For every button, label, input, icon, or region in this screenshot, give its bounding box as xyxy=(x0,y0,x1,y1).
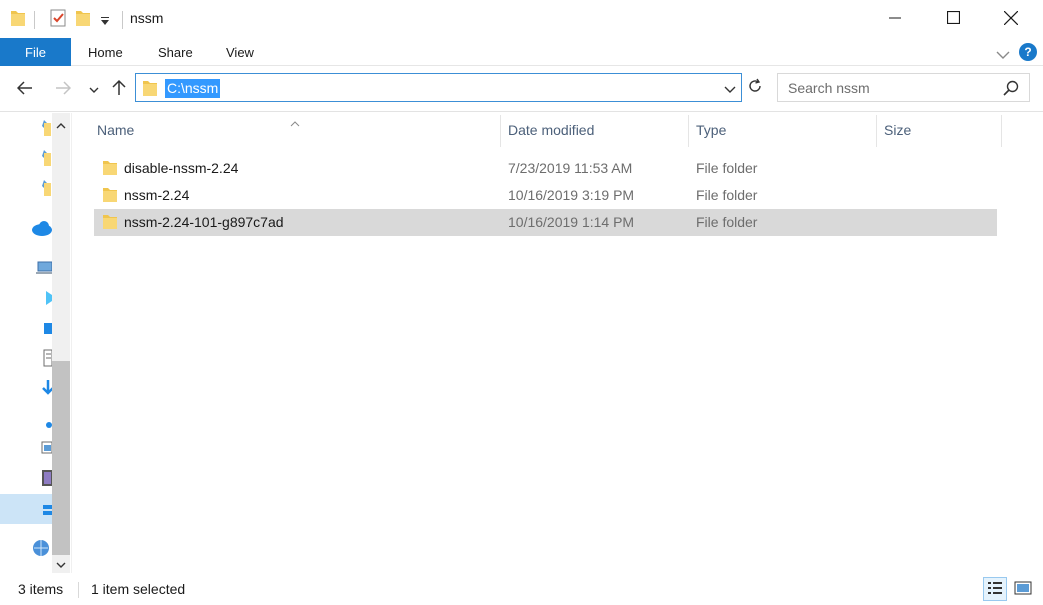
file-type: File folder xyxy=(696,160,758,176)
large-icons-view-icon xyxy=(1014,580,1032,599)
desktop-icon[interactable] xyxy=(30,319,52,337)
help-button[interactable]: ? xyxy=(1019,43,1037,61)
search-input[interactable]: Search nssm xyxy=(777,73,1030,102)
up-button[interactable] xyxy=(108,78,130,100)
maximize-button[interactable] xyxy=(924,0,982,38)
minimize-button[interactable] xyxy=(866,0,924,38)
onedrive-icon[interactable] xyxy=(30,219,52,237)
navigation-pane xyxy=(0,113,72,573)
local-disk-icon[interactable] xyxy=(30,501,52,519)
title-bar: nssm xyxy=(0,0,1043,38)
pinned-item-icon[interactable] xyxy=(30,179,52,197)
address-bar-row: C:\nssm Search nssm xyxy=(0,66,1043,112)
minimize-icon xyxy=(889,11,901,27)
chevron-down-icon xyxy=(89,81,99,97)
large-icons-view-button[interactable] xyxy=(1011,577,1035,601)
column-header-size[interactable]: Size xyxy=(884,113,994,147)
chevron-up-icon xyxy=(56,116,66,132)
documents-icon[interactable] xyxy=(30,349,52,367)
details-view-button[interactable] xyxy=(983,577,1007,601)
address-dropdown-chevron-icon[interactable] xyxy=(724,81,736,97)
column-header-name[interactable]: Name xyxy=(97,113,497,147)
file-date-modified: 10/16/2019 1:14 PM xyxy=(508,214,635,230)
folder-icon xyxy=(102,160,118,179)
item-count: 3 items xyxy=(18,581,64,597)
divider xyxy=(34,11,35,29)
column-divider[interactable] xyxy=(500,115,501,147)
selection-count: 1 item selected xyxy=(91,581,186,597)
column-divider[interactable] xyxy=(876,115,877,147)
tab-view[interactable]: View xyxy=(226,38,254,66)
close-button[interactable] xyxy=(982,0,1040,38)
details-view-icon xyxy=(987,580,1003,599)
downloads-icon[interactable] xyxy=(30,379,52,397)
column-header-date-modified[interactable]: Date modified xyxy=(508,113,688,147)
forward-arrow-icon xyxy=(55,80,72,98)
status-bar: 3 items 1 item selected xyxy=(0,573,1043,605)
status-divider xyxy=(78,582,79,598)
maximize-icon xyxy=(946,10,960,27)
pinned-item-icon[interactable] xyxy=(30,149,52,167)
pinned-item-icon[interactable] xyxy=(30,119,52,137)
column-divider[interactable] xyxy=(1001,115,1002,147)
folder-icon xyxy=(102,187,118,206)
properties-icon[interactable] xyxy=(50,9,66,30)
nav-scrollbar-thumb[interactable] xyxy=(52,361,70,555)
folder-icon xyxy=(142,79,158,100)
up-arrow-icon xyxy=(112,79,126,99)
3d-objects-icon[interactable] xyxy=(30,289,52,307)
chevron-down-icon xyxy=(56,556,66,572)
tab-home[interactable]: Home xyxy=(88,38,123,66)
refresh-button[interactable] xyxy=(743,73,767,102)
recent-locations-button[interactable] xyxy=(83,78,105,100)
file-type: File folder xyxy=(696,214,758,230)
scroll-down-button[interactable] xyxy=(52,555,70,573)
column-header-type[interactable]: Type xyxy=(696,113,876,147)
file-name: disable-nssm-2.24 xyxy=(124,160,239,176)
expand-ribbon-chevron-icon[interactable] xyxy=(996,47,1010,63)
new-folder-icon[interactable] xyxy=(75,9,91,30)
ribbon-tabs: File Home Share View ? xyxy=(0,38,1043,66)
file-type: File folder xyxy=(696,187,758,203)
refresh-icon xyxy=(747,78,763,97)
file-date-modified: 10/16/2019 3:19 PM xyxy=(508,187,635,203)
title-divider xyxy=(122,11,123,29)
pictures-icon[interactable] xyxy=(30,439,52,457)
tab-share[interactable]: Share xyxy=(158,38,193,66)
file-name: nssm-2.24-101-g897c7ad xyxy=(124,214,284,230)
music-icon[interactable] xyxy=(30,413,52,431)
videos-icon[interactable] xyxy=(30,469,52,487)
column-divider[interactable] xyxy=(688,115,689,147)
back-arrow-icon xyxy=(16,80,33,98)
forward-button[interactable] xyxy=(52,78,74,100)
file-date-modified: 7/23/2019 11:53 AM xyxy=(508,160,633,176)
file-name: nssm-2.24 xyxy=(124,187,190,203)
search-placeholder: Search nssm xyxy=(788,80,870,96)
network-icon[interactable] xyxy=(30,539,52,557)
tab-file[interactable]: File xyxy=(0,38,71,66)
folder-icon xyxy=(10,9,26,30)
address-path[interactable]: C:\nssm xyxy=(165,79,221,98)
address-field[interactable]: C:\nssm xyxy=(135,73,742,102)
customize-toolbar-chevron-icon[interactable] xyxy=(100,13,110,29)
window-title: nssm xyxy=(130,10,164,26)
back-button[interactable] xyxy=(14,78,36,100)
file-list-pane: Name Date modified Type Size disable-nss… xyxy=(72,113,1043,573)
this-pc-icon[interactable] xyxy=(30,259,52,277)
close-icon xyxy=(1003,10,1019,28)
search-icon[interactable] xyxy=(1003,80,1019,99)
scroll-up-button[interactable] xyxy=(52,115,70,133)
table-row[interactable]: disable-nssm-2.24 7/23/2019 11:53 AM Fil… xyxy=(94,155,997,182)
table-row-selected[interactable]: nssm-2.24-101-g897c7ad 10/16/2019 1:14 P… xyxy=(94,209,997,236)
table-row[interactable]: nssm-2.24 10/16/2019 3:19 PM File folder xyxy=(94,182,997,209)
folder-icon xyxy=(102,214,118,233)
